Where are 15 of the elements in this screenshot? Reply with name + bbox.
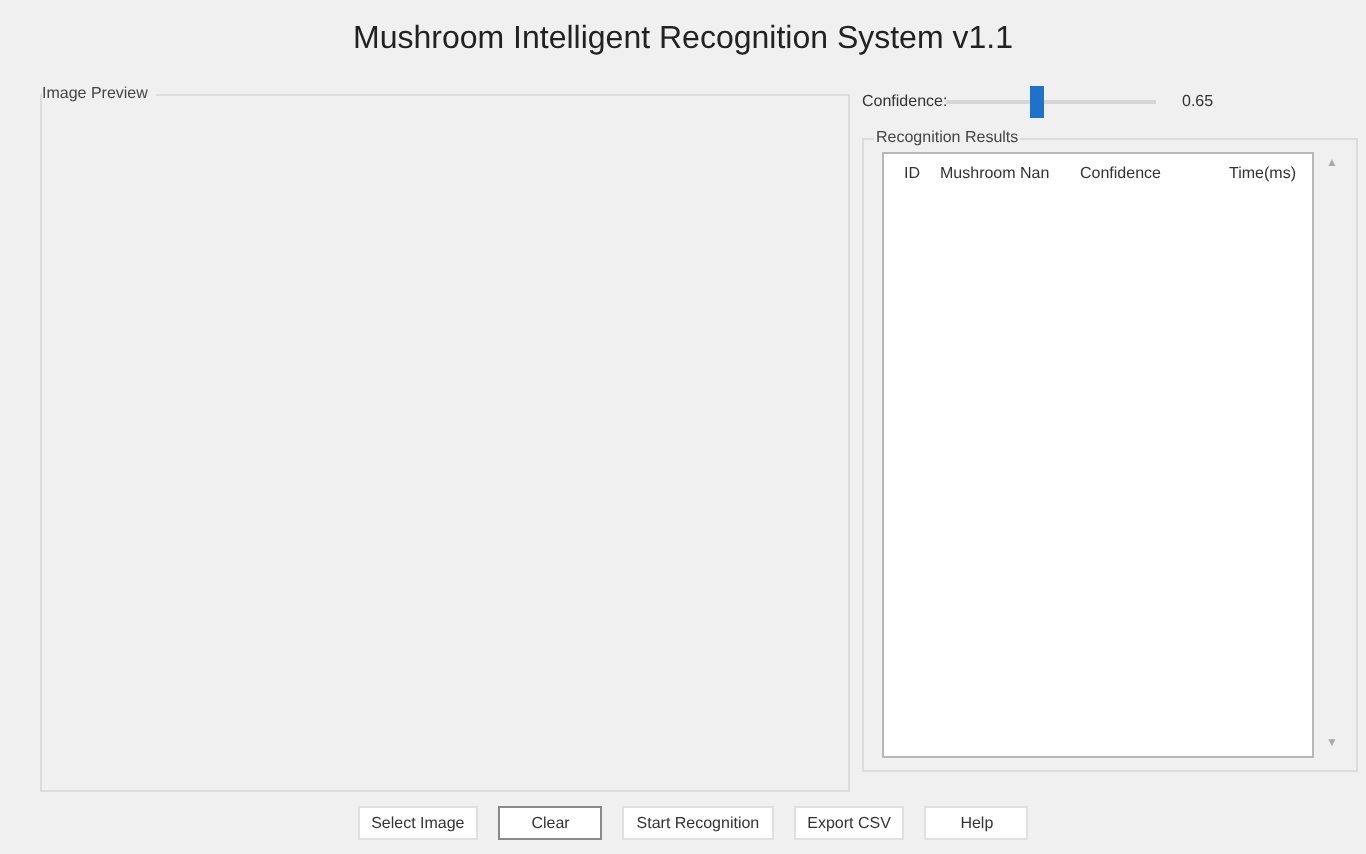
toolbar-button[interactable]: Start Recognition [622,806,774,841]
column-header[interactable]: Confidence [1080,162,1188,187]
panel-title: Image Preview [42,82,156,107]
confidence-value: 0.65 [1182,90,1214,115]
column-header[interactable]: ID [884,162,940,187]
toolbar-button[interactable]: Select Image [357,806,479,841]
confidence-slider[interactable] [946,86,1156,119]
toolbar-button[interactable]: Help [924,806,1029,841]
toolbar-button[interactable]: Clear [498,806,603,841]
panel-title: Recognition Results [874,126,1021,151]
window-title: Mushroom Intelligent Recognition System v1.1 [353,19,1013,60]
column-header[interactable]: Time(ms) [1188,162,1312,187]
column-header[interactable]: Mushroom Nan [940,162,1080,187]
confidence-label: Confidence: [862,90,946,115]
toolbar-button[interactable]: Export CSV [793,806,905,841]
